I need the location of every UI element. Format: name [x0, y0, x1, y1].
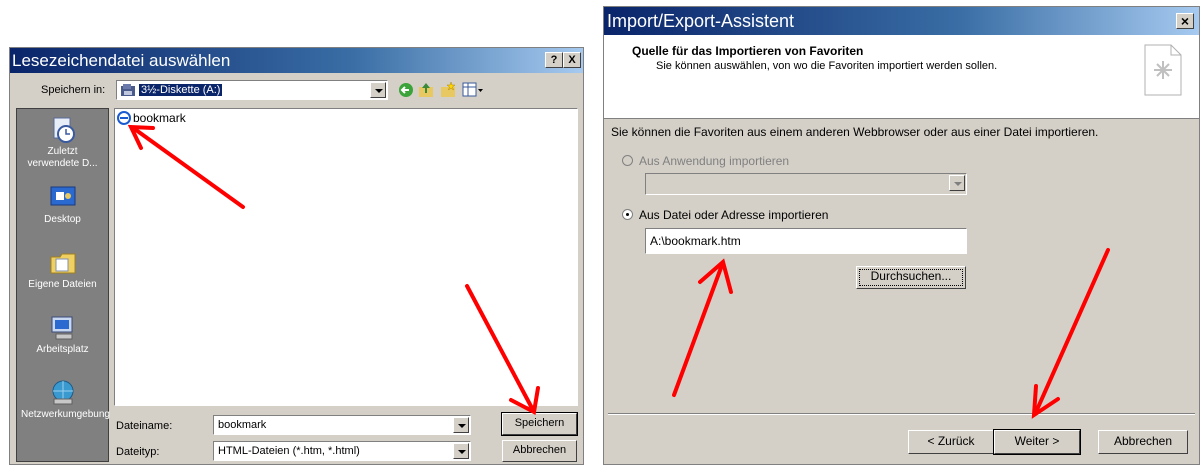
option-app-label: Aus Anwendung importieren [639, 154, 790, 168]
desktop-icon [50, 186, 75, 206]
app-select[interactable] [645, 173, 967, 195]
cancel-button[interactable]: Abbrechen [1098, 430, 1188, 454]
file-name: bookmark [133, 111, 186, 125]
filename-combo[interactable]: bookmark [213, 415, 471, 435]
wizard-divider [608, 413, 1195, 415]
network-icon [52, 380, 73, 405]
path-value: A:\bookmark.htm [650, 234, 741, 248]
place-desktop[interactable]: Desktop [17, 184, 108, 226]
close-button[interactable]: × [1176, 13, 1194, 29]
chevron-down-icon[interactable] [453, 443, 469, 459]
header-title: Quelle für das Importieren von Favoriten [632, 44, 864, 58]
my-computer-icon [51, 316, 72, 340]
filetype-value: HTML-Dateien (*.htm, *.html) [218, 445, 360, 457]
chevron-down-icon[interactable] [453, 417, 469, 433]
places-bar: Zuletzt verwendete D... Desktop Eigene D… [16, 108, 110, 462]
wizard-titlebar[interactable]: Import/Export-Assistent × [604, 7, 1199, 35]
save-in-value: 3½-Diskette (A:) [139, 84, 223, 96]
radio-import-from-file[interactable] [622, 209, 633, 220]
chevron-down-icon[interactable] [370, 82, 386, 98]
save-in-combo[interactable]: 3½-Diskette (A:) [116, 80, 388, 100]
filetype-label: Dateityp: [116, 446, 160, 458]
save-button[interactable]: Speichern [501, 412, 578, 436]
save-file-dialog: Lesezeichendatei auswählen ? X Speichern… [9, 47, 584, 465]
ie-html-file-icon [117, 111, 131, 125]
radio-import-from-app[interactable] [622, 155, 633, 166]
place-my-documents[interactable]: Eigene Dateien [17, 249, 108, 291]
cancel-button[interactable]: Abbrechen [502, 440, 577, 462]
view-menu-icon[interactable] [462, 82, 484, 98]
wizard-header: Quelle für das Importieren von Favoriten… [604, 35, 1199, 119]
up-folder-icon[interactable] [417, 81, 435, 99]
filename-value: bookmark [218, 419, 267, 431]
import-export-wizard: Import/Export-Assistent × Quelle für das… [603, 6, 1200, 465]
back-button[interactable]: < Zurück [908, 430, 994, 454]
place-recent-label: Zuletzt verwendete D... [27, 146, 98, 169]
place-my-documents-label: Eigene Dateien [28, 279, 97, 290]
recent-documents-icon [53, 117, 75, 143]
filetype-combo[interactable]: HTML-Dateien (*.htm, *.html) [213, 441, 471, 461]
favorites-page-icon [1144, 44, 1182, 96]
place-network-label: Netzwerkumgebung [21, 409, 110, 420]
wizard-title: Import/Export-Assistent [607, 11, 795, 31]
chevron-down-icon[interactable] [949, 175, 965, 191]
wizard-intro: Sie können die Favoriten aus einem ander… [611, 125, 1099, 139]
place-my-computer-label: Arbeitsplatz [36, 344, 89, 355]
next-button[interactable]: Weiter > [993, 429, 1081, 455]
file-list[interactable]: bookmark [114, 108, 578, 406]
save-dialog-titlebar[interactable]: Lesezeichendatei auswählen ? X [10, 48, 583, 73]
filename-label: Dateiname: [116, 420, 173, 432]
floppy-icon [121, 84, 135, 96]
place-desktop-label: Desktop [44, 214, 81, 225]
help-button[interactable]: ? [545, 52, 563, 68]
path-input[interactable]: A:\bookmark.htm [645, 228, 967, 254]
browse-button[interactable]: Durchsuchen... [856, 266, 966, 289]
close-button[interactable]: X [563, 52, 581, 68]
option-file-label: Aus Datei oder Adresse importieren [639, 208, 829, 222]
save-dialog-title: Lesezeichendatei auswählen [12, 51, 231, 70]
save-in-label: Speichern in: [41, 84, 106, 96]
place-my-computer[interactable]: Arbeitsplatz [17, 314, 108, 356]
my-documents-icon [50, 253, 75, 274]
new-folder-icon[interactable] [439, 81, 457, 99]
place-network[interactable]: Netzwerkumgebung [17, 379, 110, 421]
header-subtitle: Sie können auswählen, von wo die Favorit… [656, 60, 998, 72]
place-recent[interactable]: Zuletzt verwendete D... [17, 116, 108, 170]
back-icon[interactable] [398, 82, 414, 98]
